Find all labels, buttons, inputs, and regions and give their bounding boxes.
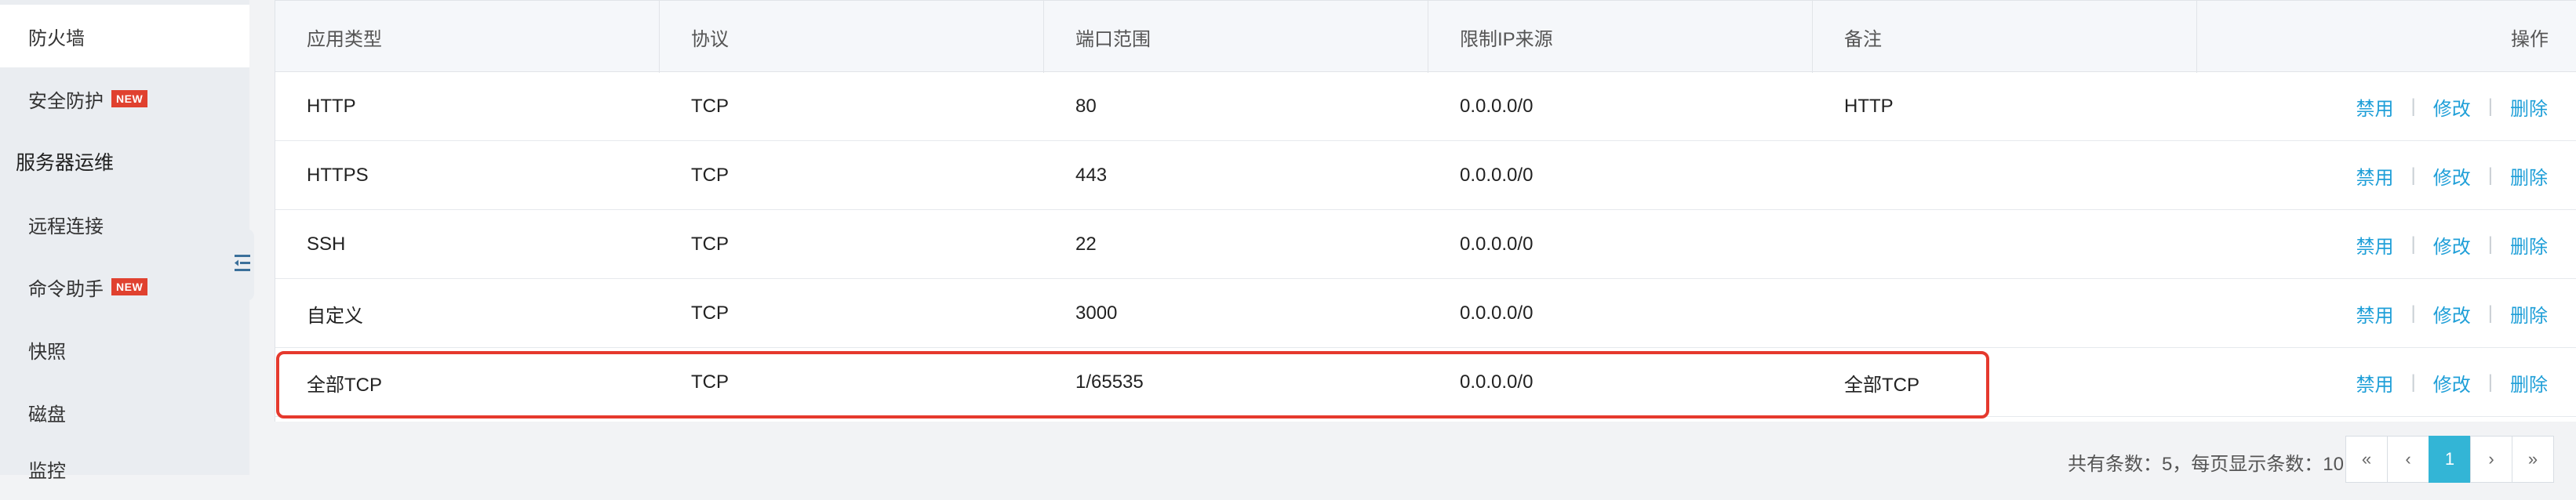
action-separator: | bbox=[2410, 96, 2416, 117]
sidebar: 防火墙 安全防护 NEW 服务器运维 远程连接 命令助手 NEW 快照 磁盘 监… bbox=[0, 0, 249, 482]
action-separator: | bbox=[2410, 234, 2416, 255]
cell-port-range: 3000 bbox=[1075, 303, 1118, 324]
cell-ip-source: 0.0.0.0/0 bbox=[1460, 303, 1534, 324]
edit-link[interactable]: 修改 bbox=[2433, 300, 2471, 328]
column-header-note: 备注 bbox=[1813, 1, 2197, 73]
row-actions: 禁用 | 修改 | 删除 bbox=[2356, 279, 2548, 348]
cell-protocol: TCP bbox=[691, 234, 729, 255]
action-separator: | bbox=[2487, 371, 2493, 393]
action-separator: | bbox=[2487, 234, 2493, 255]
action-separator: | bbox=[2410, 303, 2416, 324]
pagination-summary: 共有条数：5，每页显示条数：10 bbox=[2067, 454, 2344, 475]
edit-link[interactable]: 修改 bbox=[2433, 162, 2471, 190]
sidebar-item-label: 监控 bbox=[28, 460, 66, 482]
cell-note bbox=[1813, 210, 1844, 279]
delete-link[interactable]: 删除 bbox=[2510, 162, 2548, 190]
edit-link[interactable]: 修改 bbox=[2433, 93, 2471, 121]
disable-link[interactable]: 禁用 bbox=[2356, 300, 2394, 328]
prev-page-button[interactable]: ‹ bbox=[2387, 436, 2429, 483]
sidebar-group-label: 服务器运维 bbox=[16, 152, 115, 174]
cell-port-range: 80 bbox=[1075, 96, 1097, 117]
cell-app-type: HTTPS bbox=[307, 165, 369, 186]
table-row: HTTPS TCP 443 0.0.0.0/0 禁用 | 修改 | 删除 bbox=[275, 141, 2576, 210]
delete-link[interactable]: 删除 bbox=[2510, 231, 2548, 259]
sidebar-group-server-ops[interactable]: 服务器运维 bbox=[0, 130, 249, 193]
sidebar-item-label: 命令助手 bbox=[28, 278, 104, 300]
cell-app-type: 全部TCP bbox=[307, 374, 382, 396]
cell-ip-source: 0.0.0.0/0 bbox=[1460, 165, 1534, 186]
sidebar-item-monitor[interactable]: 监控 bbox=[0, 437, 249, 500]
column-header-actions: 操作 bbox=[2511, 28, 2549, 50]
table-row: HTTP TCP 80 0.0.0.0/0 HTTP 禁用 | 修改 | 删除 bbox=[275, 72, 2576, 141]
new-badge: NEW bbox=[111, 278, 148, 295]
cell-protocol: TCP bbox=[691, 371, 729, 393]
cell-note bbox=[1813, 279, 1844, 348]
cell-note: HTTP bbox=[1844, 96, 1894, 117]
cell-ip-source: 0.0.0.0/0 bbox=[1460, 234, 1534, 255]
firewall-rules-table: 应用类型 协议 端口范围 限制IP来源 备注 操作 HTTP TCP 80 0.… bbox=[275, 0, 2576, 422]
sidebar-collapse-icon bbox=[233, 252, 252, 279]
sidebar-item-label: 磁盘 bbox=[28, 404, 66, 426]
sidebar-item-command-helper[interactable]: 命令助手 NEW bbox=[0, 255, 249, 318]
cell-port-range: 22 bbox=[1075, 234, 1097, 255]
new-badge: NEW bbox=[111, 90, 148, 107]
table-header: 应用类型 协议 端口范围 限制IP来源 备注 操作 bbox=[275, 0, 2576, 73]
row-actions: 禁用 | 修改 | 删除 bbox=[2356, 141, 2548, 210]
sidebar-item-label: 快照 bbox=[28, 341, 66, 363]
first-page-button[interactable]: « bbox=[2345, 436, 2388, 483]
action-separator: | bbox=[2410, 371, 2416, 393]
sidebar-item-remote-connect[interactable]: 远程连接 bbox=[0, 193, 249, 255]
column-header-protocol: 协议 bbox=[660, 1, 1044, 73]
delete-link[interactable]: 删除 bbox=[2510, 93, 2548, 121]
action-separator: | bbox=[2487, 303, 2493, 324]
cell-ip-source: 0.0.0.0/0 bbox=[1460, 96, 1534, 117]
action-separator: | bbox=[2410, 165, 2416, 186]
delete-link[interactable]: 删除 bbox=[2510, 369, 2548, 397]
delete-link[interactable]: 删除 bbox=[2510, 300, 2548, 328]
column-header-port-range: 端口范围 bbox=[1044, 1, 1428, 73]
cell-port-range: 1/65535 bbox=[1075, 371, 1144, 393]
next-page-button[interactable]: › bbox=[2470, 436, 2512, 483]
cell-app-type: 自定义 bbox=[307, 305, 363, 327]
column-header-ip-source: 限制IP来源 bbox=[1428, 1, 1813, 73]
cell-protocol: TCP bbox=[691, 165, 729, 186]
sidebar-item-disk[interactable]: 磁盘 bbox=[0, 381, 249, 444]
page-1-button[interactable]: 1 bbox=[2429, 436, 2471, 483]
cell-app-type: SSH bbox=[307, 234, 346, 255]
cell-protocol: TCP bbox=[691, 96, 729, 117]
table-row: SSH TCP 22 0.0.0.0/0 禁用 | 修改 | 删除 bbox=[275, 210, 2576, 279]
cell-app-type: HTTP bbox=[307, 96, 356, 117]
disable-link[interactable]: 禁用 bbox=[2356, 93, 2394, 121]
row-actions: 禁用 | 修改 | 删除 bbox=[2356, 348, 2548, 417]
last-page-button[interactable]: » bbox=[2512, 436, 2554, 483]
disable-link[interactable]: 禁用 bbox=[2356, 162, 2394, 190]
cell-note: 全部TCP bbox=[1844, 374, 1919, 396]
sidebar-item-label: 远程连接 bbox=[28, 216, 104, 237]
disable-link[interactable]: 禁用 bbox=[2356, 369, 2394, 397]
cell-protocol: TCP bbox=[691, 303, 729, 324]
disable-link[interactable]: 禁用 bbox=[2356, 231, 2394, 259]
sidebar-item-label: 安全防护 bbox=[28, 90, 104, 112]
edit-link[interactable]: 修改 bbox=[2433, 231, 2471, 259]
cell-port-range: 443 bbox=[1075, 165, 1108, 186]
table-row: 自定义 TCP 3000 0.0.0.0/0 禁用 | 修改 | 删除 bbox=[275, 279, 2576, 348]
sidebar-item-snapshot[interactable]: 快照 bbox=[0, 318, 249, 381]
pagination: « ‹ 1 › » bbox=[2345, 436, 2554, 483]
sidebar-item-security[interactable]: 安全防护 NEW bbox=[0, 67, 249, 130]
table-row: 全部TCP TCP 1/65535 0.0.0.0/0 全部TCP 禁用 | 修… bbox=[275, 348, 2576, 417]
sidebar-item-label: 防火墙 bbox=[28, 27, 85, 49]
column-header-app-type: 应用类型 bbox=[275, 1, 660, 73]
action-separator: | bbox=[2487, 96, 2493, 117]
row-actions: 禁用 | 修改 | 删除 bbox=[2356, 72, 2548, 141]
cell-ip-source: 0.0.0.0/0 bbox=[1460, 371, 1534, 393]
action-separator: | bbox=[2487, 165, 2493, 186]
cell-note bbox=[1813, 141, 1844, 210]
edit-link[interactable]: 修改 bbox=[2433, 369, 2471, 397]
sidebar-item-firewall[interactable]: 防火墙 bbox=[0, 5, 249, 67]
row-actions: 禁用 | 修改 | 删除 bbox=[2356, 210, 2548, 279]
sidebar-collapse-button[interactable] bbox=[231, 229, 254, 301]
